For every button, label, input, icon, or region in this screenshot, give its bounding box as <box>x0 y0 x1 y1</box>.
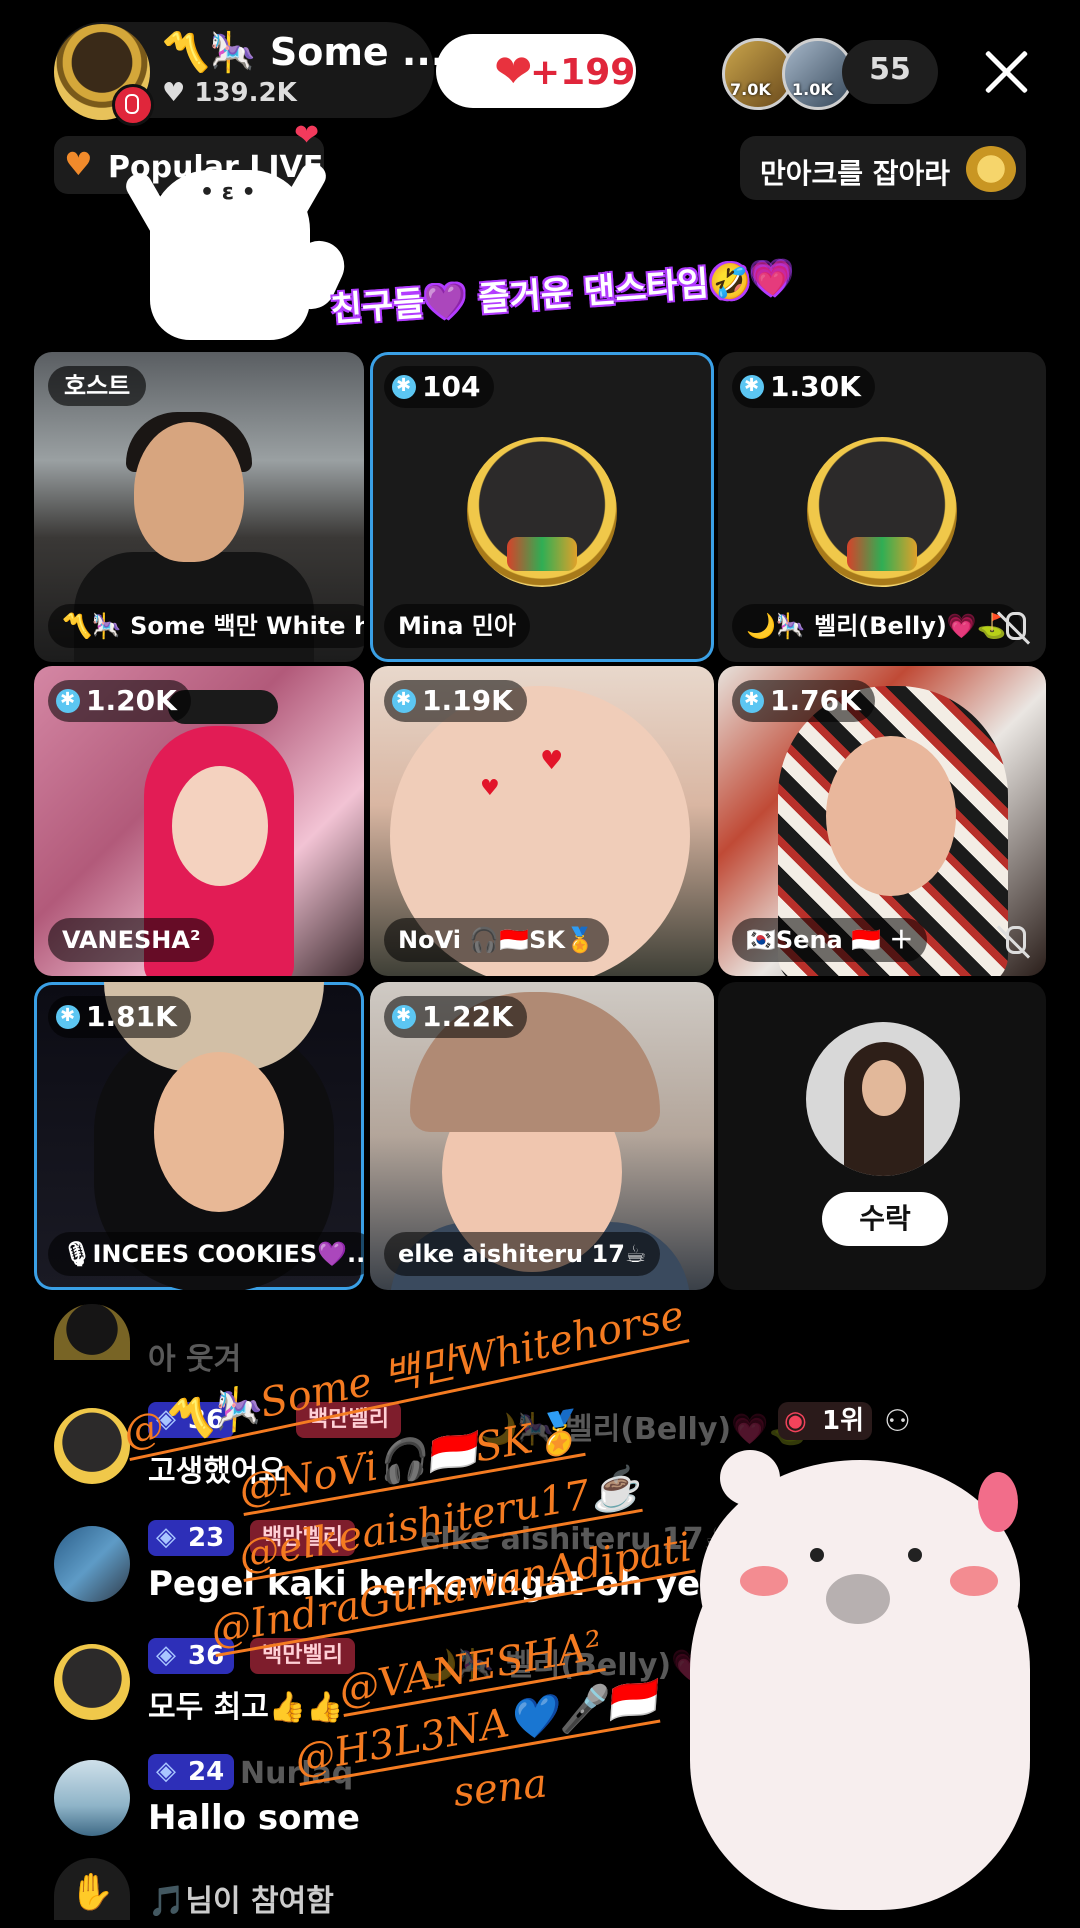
diamond-icon <box>56 679 80 721</box>
mic-muted-icon <box>112 84 154 126</box>
guest-tile[interactable]: 1.22K elke aishiteru 17☕ <box>370 982 714 1290</box>
top-viewer-score: 1.0K <box>792 80 833 99</box>
bear-sticker-eye <box>810 1548 824 1562</box>
guest-score: 104 <box>422 370 481 403</box>
diamond-icon <box>56 995 80 1037</box>
video-feed <box>154 1052 284 1212</box>
guest-tile-host[interactable]: 호스트 〽️🎠 Some 백만 White ho... <box>34 352 364 662</box>
chat-message: Hallo some <box>148 1798 360 1838</box>
pending-guest-tile: 수락 <box>718 982 1046 1290</box>
wave-hand-icon[interactable]: ✋ <box>54 1858 130 1920</box>
guest-name: elke aishiteru 17☕ <box>384 1232 661 1276</box>
diamond-icon <box>392 995 416 1037</box>
heart-icon: ♥ <box>480 776 500 801</box>
guest-score-badge: 104 <box>384 365 495 408</box>
diamond-icon <box>392 365 416 407</box>
guest-tile[interactable]: 1.81K 🎙INCEES COOKIES💜... <box>34 982 364 1290</box>
guest-tile[interactable]: 1.20K VANESHA² <box>34 666 364 976</box>
close-icon[interactable] <box>978 44 1034 100</box>
top-viewer-score: 7.0K <box>730 80 771 99</box>
rank-badge: 1위 <box>778 1402 872 1440</box>
mention-tag: sena <box>451 1760 549 1816</box>
guest-name: 🎙INCEES COOKIES💜... <box>48 1232 364 1276</box>
host-name: 〽️🎠 Some ... <box>162 30 446 74</box>
heart-icon: ❤ <box>494 44 533 98</box>
chat-message: 🎵님이 참여함 <box>148 1884 334 1919</box>
level-badge: 23 <box>148 1519 235 1556</box>
pending-guest-avatar <box>806 1022 960 1176</box>
chat-message: 모두 최고👍👍 <box>148 1690 344 1725</box>
level-badge: 24 <box>148 1753 235 1790</box>
guest-score: 1.76K <box>770 684 861 717</box>
mission-label: 만아크를 잡아라 <box>760 157 951 190</box>
bear-sticker-bow <box>978 1472 1018 1532</box>
guest-name: 🌙🎠 벨리(Belly)💗⛳ <box>732 604 1021 648</box>
host-likes: ♥ 139.2K <box>162 78 297 108</box>
guest-tile[interactable]: 1.30K 🌙🎠 벨리(Belly)💗⛳ <box>718 352 1046 662</box>
guest-name: 〽️🎠 Some 백만 White ho... <box>48 604 364 648</box>
bear-sticker-nose <box>826 1574 890 1624</box>
mention-tag-text: sena <box>451 1760 550 1816</box>
bear-sticker-ear <box>720 1450 780 1506</box>
bear-sticker-cheek <box>740 1566 788 1596</box>
guest-score: 1.81K <box>86 1000 177 1033</box>
video-feed <box>134 422 244 562</box>
guest-avatar <box>807 437 957 587</box>
guest-avatar <box>467 437 617 587</box>
guest-score-badge: 1.19K <box>384 679 527 722</box>
chat-message: 아 웃겨 <box>148 1342 242 1377</box>
bear-sticker-eye <box>908 1548 922 1562</box>
guest-score: 1.30K <box>770 370 861 403</box>
guest-score: 1.20K <box>86 684 177 717</box>
chat-avatar[interactable] <box>54 1408 130 1484</box>
guest-name: VANESHA² <box>48 918 215 962</box>
heart-icon: ♥ <box>540 746 564 776</box>
guest-score-badge: 1.76K <box>732 679 875 722</box>
like-count: +199 <box>530 52 636 93</box>
mic-muted-icon <box>996 924 1032 960</box>
host-tag: 호스트 <box>48 366 147 406</box>
video-feed <box>172 766 268 886</box>
heart-icon: ❤ <box>294 118 320 153</box>
video-feed <box>826 736 956 896</box>
guest-name: 🇰🇷Sena 🇮🇩 ＋ <box>732 918 928 962</box>
diamond-icon <box>392 679 416 721</box>
chat-avatar[interactable] <box>54 1304 130 1360</box>
guest-tile[interactable]: 104 Mina 민아 <box>370 352 714 662</box>
heart-icon: ♥ <box>64 145 93 183</box>
chat-avatar[interactable] <box>54 1760 130 1836</box>
bear-sticker-cheek <box>950 1566 998 1596</box>
chat-avatar[interactable] <box>54 1644 130 1720</box>
guest-score: 1.19K <box>422 684 513 717</box>
guest-name: NoVi 🎧🇮🇩SK🏅 <box>384 918 609 962</box>
guest-tile[interactable]: 1.76K 🇰🇷Sena 🇮🇩 ＋ <box>718 666 1046 976</box>
diamond-icon <box>740 365 764 407</box>
guest-score-badge: 1.22K <box>384 995 527 1038</box>
guest-score-badge: 1.20K <box>48 679 191 722</box>
diamond-icon <box>740 679 764 721</box>
cat-sticker-face: • ε • <box>200 180 256 205</box>
chat-avatar[interactable] <box>54 1526 130 1602</box>
trophy-icon <box>966 146 1016 192</box>
guest-score: 1.22K <box>422 1000 513 1033</box>
users-icon: ⚇ <box>884 1404 911 1439</box>
guest-name: Mina 민아 <box>384 604 530 648</box>
room-banner-text: 친구들💜 즐거운 댄스타임🤣💗 <box>329 257 795 331</box>
viewer-count: 55 <box>869 52 911 87</box>
guest-tile[interactable]: ♥ ♥ 1.19K NoVi 🎧🇮🇩SK🏅 <box>370 666 714 976</box>
guest-score-badge: 1.81K <box>48 995 191 1038</box>
accept-button[interactable]: 수락 <box>822 1192 948 1246</box>
guest-score-badge: 1.30K <box>732 365 875 408</box>
mic-muted-icon <box>996 610 1032 646</box>
